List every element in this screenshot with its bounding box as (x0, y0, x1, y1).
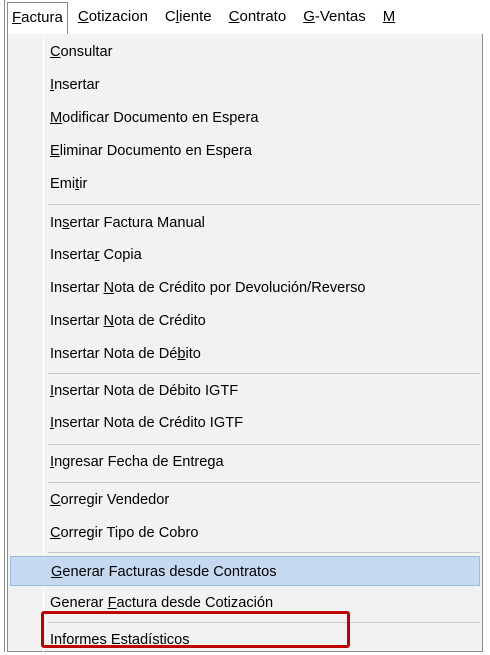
menu-item-insertar[interactable]: Insertar (10, 70, 480, 100)
menu-item-insertar-copia[interactable]: Insertar Copia (10, 240, 480, 270)
left-window-edge (0, 0, 7, 652)
menu-separator (48, 622, 480, 623)
menu-item-consultar[interactable]: Consultar (10, 37, 480, 67)
menu-item-nota-debito-igtf[interactable]: Insertar Nota de Débito IGTF (10, 376, 480, 406)
menubar-g-ventas[interactable]: G-Ventas (296, 3, 373, 31)
menu-item-modificar-documento[interactable]: Modificar Documento en Espera (10, 103, 480, 133)
menu-item-corregir-tipo-cobro[interactable]: Corregir Tipo de Cobro (10, 518, 480, 548)
menu-item-informes-estadisticos[interactable]: Informes Estadísticos (10, 625, 480, 655)
menu-item-insertar-factura-manual[interactable]: Insertar Factura Manual (10, 208, 480, 238)
menu-bar: Factura Cotizacion Cliente Contrato G-Ve… (7, 0, 490, 35)
menu-separator (48, 444, 480, 445)
menu-item-nota-credito[interactable]: Insertar Nota de Crédito (10, 306, 480, 336)
menubar-factura[interactable]: Factura (7, 2, 68, 34)
menu-separator (48, 373, 480, 374)
menu-item-generar-facturas-contratos[interactable]: Generar Facturas desde Contratos (10, 556, 480, 586)
menubar-cotizacion[interactable]: Cotizacion (71, 3, 155, 31)
menu-item-ingresar-fecha-entrega[interactable]: Ingresar Fecha de Entrega (10, 447, 480, 477)
menu-item-nota-credito-devolucion[interactable]: Insertar Nota de Crédito por Devolución/… (10, 273, 480, 303)
menu-item-emitir[interactable]: Emitir (10, 169, 480, 199)
menu-item-eliminar-documento[interactable]: Eliminar Documento en Espera (10, 136, 480, 166)
menu-item-nota-debito[interactable]: Insertar Nota de Débito (10, 339, 480, 369)
menu-separator (48, 204, 480, 205)
menubar-contrato[interactable]: Contrato (222, 3, 294, 31)
menu-item-generar-factura-cotizacion[interactable]: Generar Factura desde Cotización (10, 588, 480, 618)
menu-item-nota-credito-igtf[interactable]: Insertar Nota de Crédito IGTF (10, 408, 480, 438)
factura-dropdown-menu: Consultar Insertar Modificar Documento e… (7, 34, 483, 652)
menu-item-corregir-vendedor[interactable]: Corregir Vendedor (10, 485, 480, 515)
menubar-cliente[interactable]: Cliente (158, 3, 219, 31)
menu-separator (48, 482, 480, 483)
menu-separator (48, 552, 480, 553)
menubar-m-cut-off[interactable]: M (376, 3, 403, 31)
